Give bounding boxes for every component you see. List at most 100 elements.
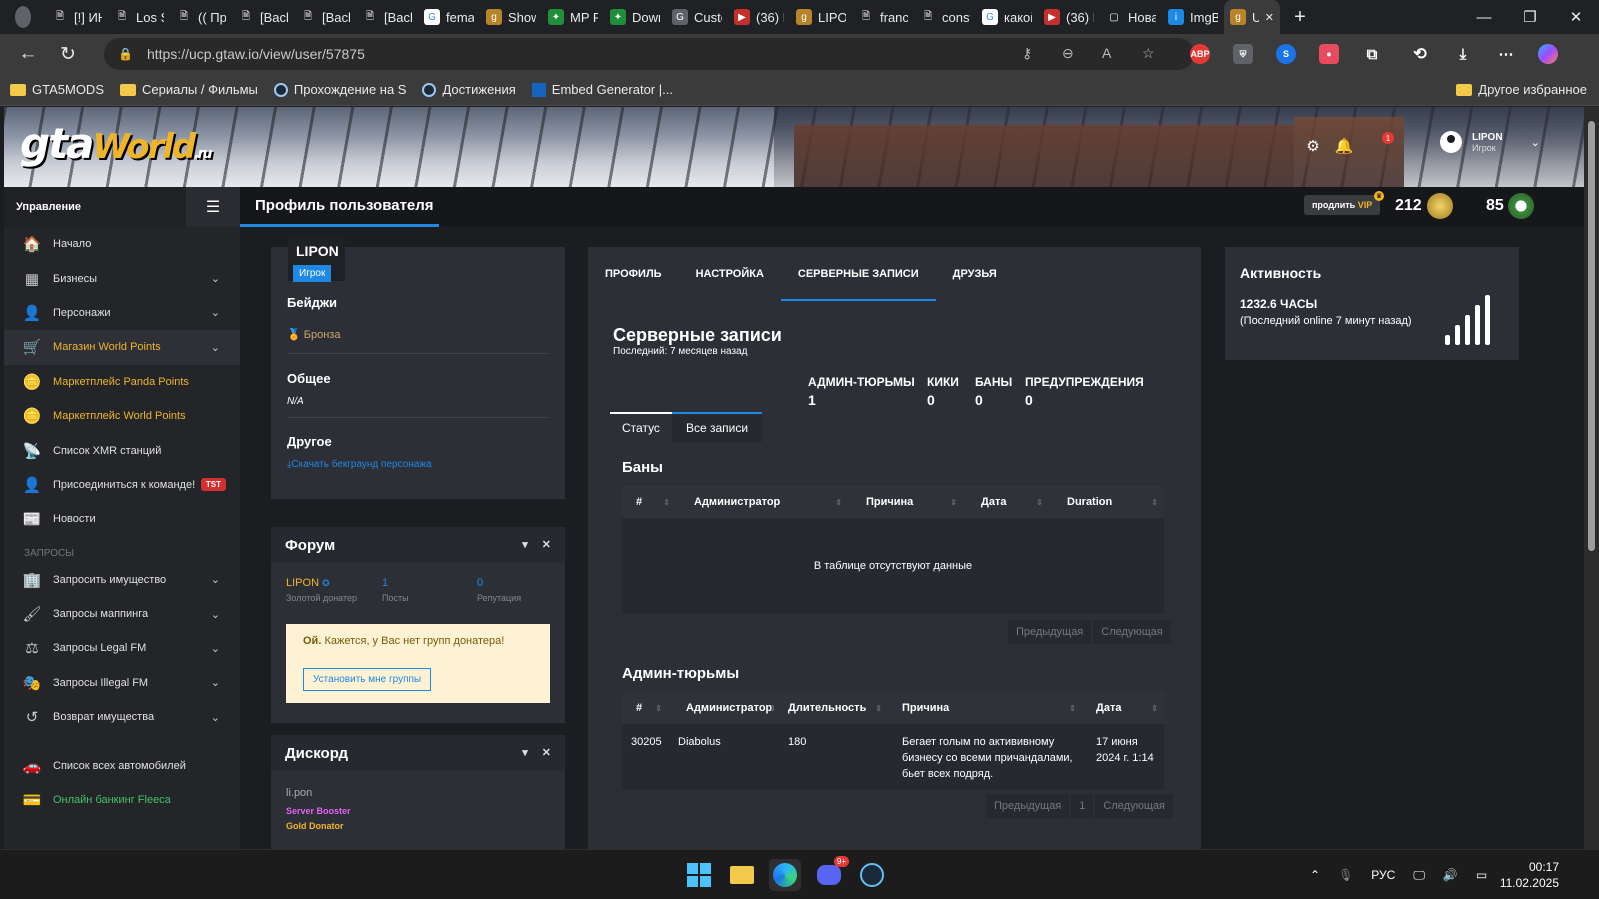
new-tab-button[interactable]: + [1280, 0, 1320, 34]
sidebar-item[interactable]: 🎭 Запросы Illegal FM ⌄ [4, 666, 240, 700]
subtab-status[interactable]: Статус [610, 412, 672, 442]
sidebar-item[interactable]: 🚗 Список всех автомобилей [4, 748, 240, 782]
browser-tab[interactable]: 🗎 [!] ИН [46, 0, 108, 34]
browser-tab[interactable]: Gкакой [976, 0, 1038, 34]
gtaworld-logo[interactable]: gtaWorld.ru [20, 119, 212, 168]
tray-overflow-icon[interactable]: ⌃ [1310, 868, 1320, 882]
browser-tab[interactable]: g LIPON [790, 0, 852, 34]
download-background-link[interactable]: ⤓Скачать бекграунд персонажа [287, 459, 432, 470]
restore-icon[interactable]: ❐ [1507, 0, 1553, 34]
discord-app-icon[interactable]: 9+ [813, 856, 849, 891]
browser-tab[interactable]: g Showi [480, 0, 542, 34]
favorite-star-icon[interactable]: ☆ [1142, 45, 1155, 62]
bookmark-item[interactable]: Прохождение на S [273, 82, 406, 97]
more-menu-icon[interactable]: ⋯ [1496, 44, 1516, 64]
notification-bell-icon[interactable]: 🔔 [1333, 135, 1355, 157]
sidebar-item[interactable]: 🏢 Запросить имущество ⌄ [4, 563, 240, 597]
settings-gear-icon[interactable]: ⚙ [1302, 135, 1324, 157]
hamburger-menu-icon[interactable]: ☰ [186, 187, 240, 227]
close-icon[interactable]: ✕ [542, 538, 551, 551]
jails-prev-button[interactable]: Предыдущая [986, 794, 1070, 818]
sidebar-item[interactable]: 📰 Новости [4, 502, 240, 536]
sidebar-item[interactable]: 🪙 Маркетплейс World Points [4, 399, 240, 433]
sidebar-item[interactable]: 📡 Список XMR станций [4, 433, 240, 467]
bans-next-button[interactable]: Следующая [1093, 620, 1171, 644]
sidebar-item[interactable]: 💳 Онлайн банкинг Fleeca [4, 783, 240, 817]
bookmark-item[interactable]: Embed Generator |... [531, 82, 673, 97]
subtab-all-records[interactable]: Все записи [671, 412, 763, 442]
start-button[interactable] [683, 859, 715, 891]
tab-close-icon[interactable]: ✕ [1265, 11, 1274, 24]
read-aloud-icon[interactable]: A [1102, 45, 1111, 61]
display-icon[interactable]: 🖵 [1413, 868, 1425, 883]
browser-tab[interactable]: 🗎 consta [914, 0, 976, 34]
jails-page-button[interactable]: 1 [1071, 794, 1094, 818]
browser-tab[interactable]: ▢ Новая [1100, 0, 1162, 34]
column-header[interactable]: Администратор ⇕ [668, 692, 782, 724]
browser-tab[interactable]: g U ✕ [1224, 0, 1280, 34]
browser-tab[interactable]: ✦ Down [604, 0, 666, 34]
minimize-icon[interactable]: — [1461, 0, 1507, 34]
profile-tab[interactable]: СЕРВЕРНЫЕ ЗАПИСИ [780, 247, 936, 301]
browser-tab[interactable]: 🗎 (( Про [170, 0, 232, 34]
zoom-icon[interactable]: ⊖ [1062, 45, 1074, 62]
sidebar-item[interactable]: ↺ Возврат имущества ⌄ [4, 700, 240, 734]
browser-tab[interactable]: 🗎 france [852, 0, 914, 34]
profile-tab[interactable]: НАСТРОЙКА [679, 247, 781, 301]
close-icon[interactable]: ✕ [542, 746, 551, 759]
downloads-icon[interactable]: ⤓ [1453, 44, 1473, 64]
collapse-icon[interactable]: ▾ [522, 538, 528, 551]
user-menu[interactable]: LIPON Игрок ⌄ [1440, 131, 1540, 153]
browser-tab[interactable]: G Custo [666, 0, 728, 34]
back-button[interactable]: ← [8, 34, 48, 74]
sidebar-item[interactable]: ⚖ Запросы Legal FM ⌄ [4, 631, 240, 665]
bookmark-item[interactable]: Сериалы / Фильмы [120, 82, 258, 97]
forum-user-name[interactable]: LIPON [286, 577, 319, 589]
extensions-icon[interactable]: ⧉ [1362, 44, 1382, 64]
adblock-icon[interactable]: ABP [1190, 44, 1210, 64]
set-groups-button[interactable]: Установить мне группы [303, 668, 432, 691]
column-header[interactable]: Причина ⇕ [888, 692, 1082, 724]
history-icon[interactable]: ⟲ [1410, 44, 1430, 64]
microphone-icon[interactable]: 🎙 [1338, 868, 1353, 882]
browser-tab[interactable]: 🗎 [Back [232, 0, 294, 34]
browser-tab[interactable]: i ImgBE [1162, 0, 1224, 34]
site-info-icon[interactable]: 🔒 [118, 47, 133, 61]
file-explorer-icon[interactable] [726, 859, 758, 891]
column-header[interactable]: # ⇕ [622, 692, 668, 724]
column-header[interactable]: Администратор ⇕ [676, 486, 848, 518]
sidebar-item[interactable]: 🖌 Запросы маппинга ⌄ [4, 597, 240, 631]
sidebar-item[interactable]: 🪙 Маркетплейс Panda Points [4, 365, 240, 399]
recorder-extension-icon[interactable]: ● [1319, 44, 1339, 64]
browser-tab[interactable]: Gfemal [418, 0, 480, 34]
jails-next-button[interactable]: Следующая [1095, 794, 1173, 818]
sidebar-item[interactable]: ▦ Бизнесы ⌄ [4, 261, 240, 295]
reload-button[interactable]: ↻ [48, 34, 88, 74]
column-header[interactable]: Дата ⇕ [1082, 692, 1164, 724]
bookmark-item[interactable]: GTA5MODS [10, 82, 104, 97]
browser-tab[interactable]: 🗎 [Back [356, 0, 418, 34]
profile-tab[interactable]: ПРОФИЛЬ [588, 247, 679, 301]
sync-extension-icon[interactable]: S [1276, 44, 1296, 64]
browser-menu[interactable] [0, 0, 46, 34]
column-header[interactable]: # ⇕ [622, 486, 676, 518]
collapse-icon[interactable]: ▾ [522, 746, 528, 759]
copilot-icon[interactable] [1538, 44, 1558, 64]
browser-tab[interactable]: ▶ (36) M [728, 0, 790, 34]
volume-icon[interactable]: 🔊 [1443, 868, 1458, 882]
other-bookmarks[interactable]: Другое избранное [1456, 82, 1587, 97]
column-header[interactable]: Длительность ⇕ [782, 692, 888, 724]
browser-tab[interactable]: ✦ MP Fe [542, 0, 604, 34]
profile-tab[interactable]: ДРУЗЬЯ [936, 247, 1014, 301]
taskbar-clock[interactable]: 00:17 11.02.2025 [1500, 859, 1559, 891]
sidebar-item[interactable]: 🏠 Начало [4, 227, 240, 261]
sidebar-item[interactable]: 🛒 Магазин World Points ⌄ [4, 330, 240, 365]
page-scrollbar[interactable] [1584, 107, 1599, 849]
edge-browser-icon[interactable] [769, 859, 801, 891]
key-icon[interactable]: ⚷ [1022, 45, 1032, 62]
sidebar-item[interactable]: 👤 Присоединиться к команде! TST [4, 468, 240, 502]
steam-app-icon[interactable] [856, 859, 888, 891]
language-indicator[interactable]: РУС [1371, 868, 1395, 882]
column-header[interactable]: Причина ⇕ [848, 486, 963, 518]
browser-tab[interactable]: 🗎 Los Sa [108, 0, 170, 34]
